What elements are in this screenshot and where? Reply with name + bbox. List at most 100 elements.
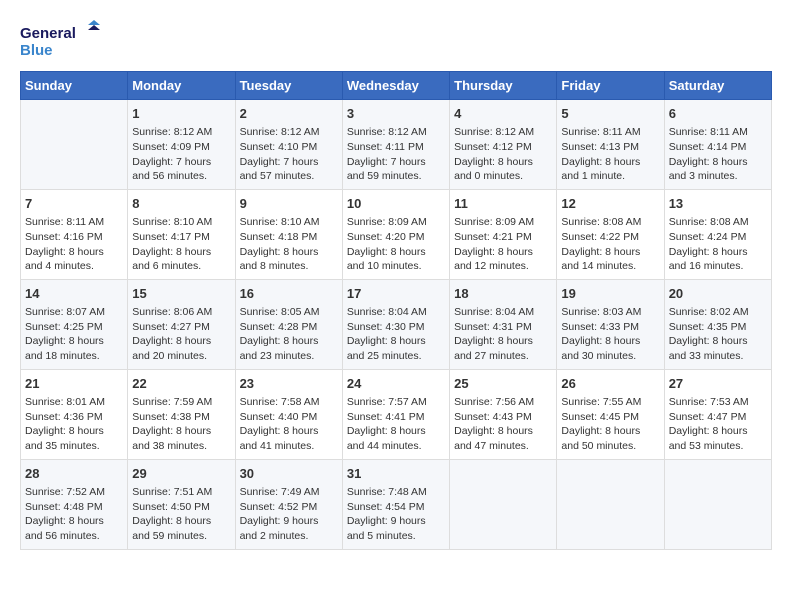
day-number: 30 xyxy=(240,465,338,483)
weekday-header-row: SundayMondayTuesdayWednesdayThursdayFrid… xyxy=(21,72,772,100)
weekday-header-thursday: Thursday xyxy=(450,72,557,100)
day-number: 16 xyxy=(240,285,338,303)
day-info: Sunrise: 7:51 AMSunset: 4:50 PMDaylight:… xyxy=(132,485,230,544)
calendar-cell: 11 Sunrise: 8:09 AMSunset: 4:21 PMDayligh… xyxy=(450,189,557,279)
day-info: Sunrise: 8:04 AMSunset: 4:31 PMDaylight:… xyxy=(454,305,552,364)
day-info: Sunrise: 8:10 AMSunset: 4:18 PMDaylight:… xyxy=(240,215,338,274)
calendar-cell: 21 Sunrise: 8:01 AMSunset: 4:36 PMDayligh… xyxy=(21,369,128,459)
day-info: Sunrise: 8:09 AMSunset: 4:20 PMDaylight:… xyxy=(347,215,445,274)
day-number: 28 xyxy=(25,465,123,483)
calendar-week-row: 14 Sunrise: 8:07 AMSunset: 4:25 PMDayligh… xyxy=(21,279,772,369)
day-number: 31 xyxy=(347,465,445,483)
day-info: Sunrise: 7:48 AMSunset: 4:54 PMDaylight:… xyxy=(347,485,445,544)
calendar-cell: 8 Sunrise: 8:10 AMSunset: 4:17 PMDaylight… xyxy=(128,189,235,279)
calendar-cell: 14 Sunrise: 8:07 AMSunset: 4:25 PMDayligh… xyxy=(21,279,128,369)
weekday-header-monday: Monday xyxy=(128,72,235,100)
calendar-week-row: 28 Sunrise: 7:52 AMSunset: 4:48 PMDayligh… xyxy=(21,459,772,549)
day-number: 2 xyxy=(240,105,338,123)
day-info: Sunrise: 8:10 AMSunset: 4:17 PMDaylight:… xyxy=(132,215,230,274)
day-info: Sunrise: 7:53 AMSunset: 4:47 PMDaylight:… xyxy=(669,395,767,454)
calendar-cell: 26 Sunrise: 7:55 AMSunset: 4:45 PMDayligh… xyxy=(557,369,664,459)
day-number: 15 xyxy=(132,285,230,303)
day-info: Sunrise: 8:12 AMSunset: 4:10 PMDaylight:… xyxy=(240,125,338,184)
calendar-cell: 2 Sunrise: 8:12 AMSunset: 4:10 PMDaylight… xyxy=(235,100,342,190)
calendar-cell: 29 Sunrise: 7:51 AMSunset: 4:50 PMDayligh… xyxy=(128,459,235,549)
page-header: General Blue xyxy=(20,20,772,65)
day-number: 6 xyxy=(669,105,767,123)
calendar-week-row: 1 Sunrise: 8:12 AMSunset: 4:09 PMDaylight… xyxy=(21,100,772,190)
day-info: Sunrise: 8:02 AMSunset: 4:35 PMDaylight:… xyxy=(669,305,767,364)
calendar-cell: 31 Sunrise: 7:48 AMSunset: 4:54 PMDayligh… xyxy=(342,459,449,549)
day-number: 25 xyxy=(454,375,552,393)
day-info: Sunrise: 8:09 AMSunset: 4:21 PMDaylight:… xyxy=(454,215,552,274)
calendar-cell: 5 Sunrise: 8:11 AMSunset: 4:13 PMDaylight… xyxy=(557,100,664,190)
day-number: 18 xyxy=(454,285,552,303)
day-number: 27 xyxy=(669,375,767,393)
day-number: 19 xyxy=(561,285,659,303)
day-info: Sunrise: 7:56 AMSunset: 4:43 PMDaylight:… xyxy=(454,395,552,454)
calendar-cell: 25 Sunrise: 7:56 AMSunset: 4:43 PMDayligh… xyxy=(450,369,557,459)
calendar-table: SundayMondayTuesdayWednesdayThursdayFrid… xyxy=(20,71,772,550)
calendar-cell: 27 Sunrise: 7:53 AMSunset: 4:47 PMDayligh… xyxy=(664,369,771,459)
svg-text:General: General xyxy=(20,25,76,42)
day-number: 21 xyxy=(25,375,123,393)
day-info: Sunrise: 7:49 AMSunset: 4:52 PMDaylight:… xyxy=(240,485,338,544)
day-info: Sunrise: 8:11 AMSunset: 4:16 PMDaylight:… xyxy=(25,215,123,274)
weekday-header-wednesday: Wednesday xyxy=(342,72,449,100)
weekday-header-sunday: Sunday xyxy=(21,72,128,100)
day-number: 1 xyxy=(132,105,230,123)
calendar-cell: 20 Sunrise: 8:02 AMSunset: 4:35 PMDayligh… xyxy=(664,279,771,369)
calendar-cell: 3 Sunrise: 8:12 AMSunset: 4:11 PMDaylight… xyxy=(342,100,449,190)
day-info: Sunrise: 8:12 AMSunset: 4:11 PMDaylight:… xyxy=(347,125,445,184)
day-info: Sunrise: 8:04 AMSunset: 4:30 PMDaylight:… xyxy=(347,305,445,364)
weekday-header-saturday: Saturday xyxy=(664,72,771,100)
day-info: Sunrise: 8:07 AMSunset: 4:25 PMDaylight:… xyxy=(25,305,123,364)
calendar-cell: 23 Sunrise: 7:58 AMSunset: 4:40 PMDayligh… xyxy=(235,369,342,459)
day-number: 12 xyxy=(561,195,659,213)
calendar-cell: 30 Sunrise: 7:49 AMSunset: 4:52 PMDayligh… xyxy=(235,459,342,549)
day-number: 22 xyxy=(132,375,230,393)
calendar-cell: 9 Sunrise: 8:10 AMSunset: 4:18 PMDaylight… xyxy=(235,189,342,279)
day-number: 17 xyxy=(347,285,445,303)
day-info: Sunrise: 8:01 AMSunset: 4:36 PMDaylight:… xyxy=(25,395,123,454)
day-number: 7 xyxy=(25,195,123,213)
calendar-cell xyxy=(21,100,128,190)
day-info: Sunrise: 8:12 AMSunset: 4:09 PMDaylight:… xyxy=(132,125,230,184)
day-number: 8 xyxy=(132,195,230,213)
day-number: 10 xyxy=(347,195,445,213)
day-number: 29 xyxy=(132,465,230,483)
day-info: Sunrise: 7:58 AMSunset: 4:40 PMDaylight:… xyxy=(240,395,338,454)
calendar-cell: 7 Sunrise: 8:11 AMSunset: 4:16 PMDaylight… xyxy=(21,189,128,279)
calendar-cell: 17 Sunrise: 8:04 AMSunset: 4:30 PMDayligh… xyxy=(342,279,449,369)
calendar-cell: 4Sunrise: 8:12 AMSunset: 4:12 PMDaylight… xyxy=(450,100,557,190)
calendar-cell: 10 Sunrise: 8:09 AMSunset: 4:20 PMDayligh… xyxy=(342,189,449,279)
day-info: Sunrise: 7:52 AMSunset: 4:48 PMDaylight:… xyxy=(25,485,123,544)
day-number: 4 xyxy=(454,105,552,123)
day-number: 3 xyxy=(347,105,445,123)
day-number: 11 xyxy=(454,195,552,213)
calendar-cell: 28 Sunrise: 7:52 AMSunset: 4:48 PMDayligh… xyxy=(21,459,128,549)
calendar-cell xyxy=(450,459,557,549)
day-number: 9 xyxy=(240,195,338,213)
day-number: 5 xyxy=(561,105,659,123)
svg-text:Blue: Blue xyxy=(20,42,53,59)
day-info: Sunrise: 8:05 AMSunset: 4:28 PMDaylight:… xyxy=(240,305,338,364)
day-number: 26 xyxy=(561,375,659,393)
day-info: Sunrise: 7:55 AMSunset: 4:45 PMDaylight:… xyxy=(561,395,659,454)
calendar-cell: 18 Sunrise: 8:04 AMSunset: 4:31 PMDayligh… xyxy=(450,279,557,369)
day-info: Sunrise: 7:59 AMSunset: 4:38 PMDaylight:… xyxy=(132,395,230,454)
calendar-cell xyxy=(664,459,771,549)
calendar-cell: 6Sunrise: 8:11 AMSunset: 4:14 PMDaylight… xyxy=(664,100,771,190)
calendar-cell xyxy=(557,459,664,549)
calendar-cell: 12Sunrise: 8:08 AMSunset: 4:22 PMDayligh… xyxy=(557,189,664,279)
day-number: 24 xyxy=(347,375,445,393)
day-info: Sunrise: 8:11 AMSunset: 4:13 PMDaylight:… xyxy=(561,125,659,184)
day-number: 23 xyxy=(240,375,338,393)
logo: General Blue xyxy=(20,20,100,65)
calendar-cell: 1 Sunrise: 8:12 AMSunset: 4:09 PMDaylight… xyxy=(128,100,235,190)
day-number: 14 xyxy=(25,285,123,303)
day-number: 20 xyxy=(669,285,767,303)
calendar-cell: 13Sunrise: 8:08 AMSunset: 4:24 PMDayligh… xyxy=(664,189,771,279)
logo-svg: General Blue xyxy=(20,20,100,65)
calendar-cell: 24Sunrise: 7:57 AMSunset: 4:41 PMDayligh… xyxy=(342,369,449,459)
